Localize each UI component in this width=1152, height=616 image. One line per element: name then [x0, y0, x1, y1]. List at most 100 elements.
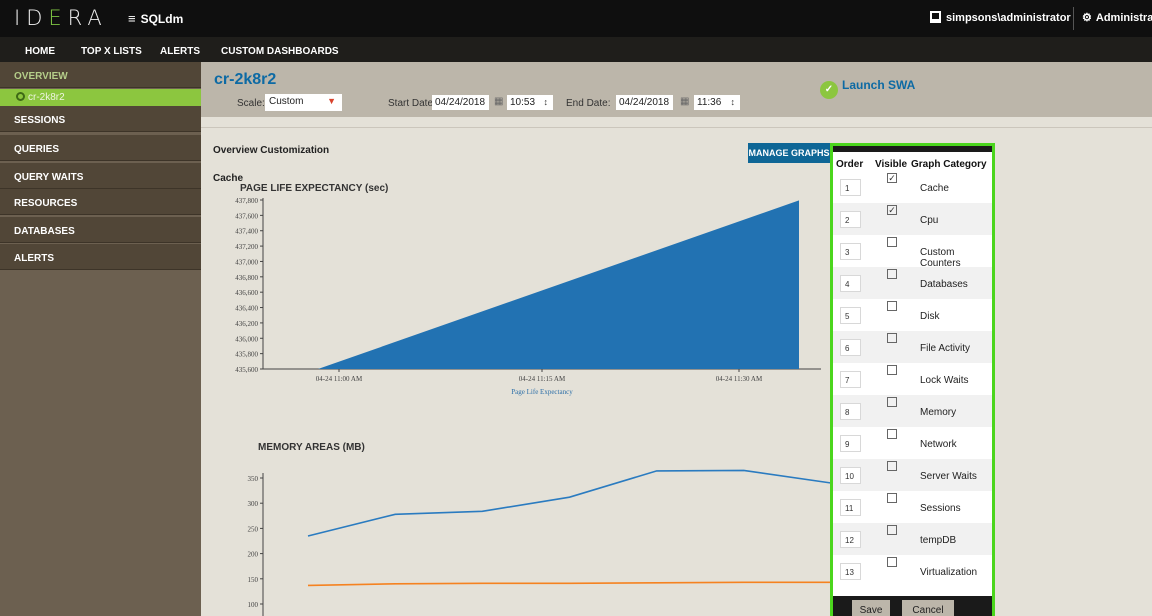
- launch-swa-button[interactable]: ✓ Launch SWA: [820, 78, 915, 99]
- category-name: Databases: [920, 279, 968, 290]
- graph-category-row: 7 Lock Waits: [833, 363, 992, 395]
- category-name: Network: [920, 439, 957, 450]
- start-time-input[interactable]: 10:53 ↕: [507, 95, 553, 110]
- administration-link[interactable]: ⚙Administration: [1082, 11, 1152, 24]
- app-menu[interactable]: ≡ SQLdm: [128, 11, 183, 26]
- order-input[interactable]: 12: [840, 531, 861, 548]
- visible-checkbox[interactable]: [887, 237, 897, 247]
- manage-graphs-panel: Order Visible Graph Category 1 ✓ Cache 2 ✓ Cp…: [830, 143, 995, 616]
- nav-home[interactable]: HOME: [25, 46, 55, 57]
- spinner-icon[interactable]: ↕: [731, 97, 736, 107]
- section-title: Overview Customization: [213, 145, 330, 156]
- category-name: Server Waits: [920, 471, 977, 482]
- sidebar-item-queries[interactable]: QUERIES: [0, 135, 201, 161]
- user-icon: [930, 11, 941, 23]
- category-name: Memory: [920, 407, 957, 418]
- graph-category-row: 6 File Activity: [833, 331, 992, 363]
- category-heading: Cache: [213, 173, 244, 184]
- order-input[interactable]: 10: [840, 467, 861, 484]
- area-page-life-expectancy: [318, 200, 799, 369]
- server-header: [201, 62, 1152, 117]
- calendar-icon[interactable]: ▦: [494, 96, 503, 107]
- order-input[interactable]: 2: [840, 211, 861, 228]
- category-name: Custom Counters: [920, 247, 961, 269]
- order-input[interactable]: 9: [840, 435, 861, 452]
- category-name: Lock Waits: [920, 375, 969, 386]
- visible-checkbox[interactable]: [887, 365, 897, 375]
- sidebar-item-alerts[interactable]: ALERTS: [0, 244, 201, 270]
- graph-category-row: 10 Server Waits: [833, 459, 992, 491]
- order-input[interactable]: 8: [840, 403, 861, 420]
- y-tick-label: 300: [248, 500, 259, 508]
- legend-label: Page Life Expectancy: [511, 388, 573, 396]
- y-tick-label: 436,800: [235, 274, 258, 282]
- calendar-icon[interactable]: ▦: [680, 96, 689, 107]
- y-tick-label: 436,400: [235, 305, 258, 313]
- order-input[interactable]: 3: [840, 243, 861, 260]
- manage-graphs-button[interactable]: MANAGE GRAPHS: [748, 143, 830, 163]
- visible-checkbox[interactable]: [887, 269, 897, 279]
- visible-checkbox[interactable]: [887, 461, 897, 471]
- category-name: Virtualization: [920, 567, 978, 578]
- save-button[interactable]: Save: [852, 600, 890, 616]
- category-name: Disk: [920, 311, 940, 322]
- scale-label: Scale:: [237, 98, 265, 109]
- category-name: File Activity: [920, 343, 971, 354]
- user-menu[interactable]: simpsons\administrator: [930, 11, 1071, 24]
- page-title: cr-2k8r2: [214, 71, 277, 88]
- sidebar-item-databases[interactable]: DATABASES: [0, 217, 201, 243]
- sidebar-item-overview[interactable]: OVERVIEW: [0, 62, 201, 88]
- graph-category-row: 5 Disk: [833, 299, 992, 331]
- nav-top-x-lists[interactable]: TOP X LISTS: [81, 46, 142, 57]
- order-input[interactable]: 1: [840, 179, 861, 196]
- graph-category-row: 9 Network: [833, 427, 992, 459]
- sidebar-item-server[interactable]: cr-2k8r2: [0, 89, 201, 106]
- order-input[interactable]: 6: [840, 339, 861, 356]
- category-name: Cpu: [920, 215, 939, 226]
- visible-checkbox[interactable]: ✓: [887, 173, 897, 183]
- user-name: simpsons\administrator: [946, 12, 1071, 24]
- idera-logo[interactable]: IDERA: [14, 6, 108, 30]
- visible-checkbox[interactable]: [887, 301, 897, 311]
- order-input[interactable]: 5: [840, 307, 861, 324]
- visible-checkbox[interactable]: [887, 333, 897, 343]
- sidebar-item-resources[interactable]: RESOURCES: [0, 189, 201, 215]
- order-input[interactable]: 13: [840, 563, 861, 580]
- x-tick-label: 04-24 11:00 AM: [316, 375, 363, 383]
- start-date-input[interactable]: 04/24/2018: [432, 95, 489, 110]
- order-input[interactable]: 7: [840, 371, 861, 388]
- cancel-button[interactable]: Cancel: [902, 600, 954, 616]
- visible-checkbox[interactable]: [887, 525, 897, 535]
- scale-select[interactable]: Custom ▼: [265, 94, 342, 111]
- header-visible: Visible: [875, 159, 908, 170]
- end-date-input[interactable]: 04/24/2018: [616, 95, 673, 110]
- x-tick-label: 04-24 11:15 AM: [519, 375, 566, 383]
- swa-icon: ✓: [820, 81, 838, 99]
- nav-custom-dashboards[interactable]: CUSTOM DASHBOARDS: [221, 46, 339, 57]
- sidebar-item-sessions[interactable]: SESSIONS: [0, 106, 201, 132]
- spinner-icon[interactable]: ↕: [544, 97, 549, 107]
- y-tick-label: 437,600: [235, 212, 258, 220]
- graph-category-row: 4 Databases: [833, 267, 992, 299]
- graph-category-row: 3 Custom Counters: [833, 235, 992, 269]
- end-time-input[interactable]: 11:36 ↕: [694, 95, 740, 110]
- sidebar-item-query-waits[interactable]: QUERY WAITS: [0, 163, 201, 189]
- nav-alerts[interactable]: ALERTS: [160, 46, 200, 57]
- end-date-label: End Date:: [566, 98, 611, 109]
- visible-checkbox[interactable]: [887, 557, 897, 567]
- top-bar: IDERA ≡ SQLdm simpsons\administrator ⚙ Adm…: [0, 0, 1152, 37]
- graph-category-row: 2 ✓ Cpu: [833, 203, 992, 235]
- y-tick-label: 200: [248, 551, 259, 559]
- hamburger-icon[interactable]: ≡: [128, 11, 136, 26]
- visible-checkbox[interactable]: [887, 429, 897, 439]
- y-tick-label: 350: [248, 475, 259, 483]
- visible-checkbox[interactable]: [887, 397, 897, 407]
- x-tick-label: 04-24 11:30 AM: [716, 375, 763, 383]
- visible-checkbox[interactable]: ✓: [887, 205, 897, 215]
- order-input[interactable]: 11: [840, 499, 861, 516]
- visible-checkbox[interactable]: [887, 493, 897, 503]
- graph-category-row: 12 tempDB: [833, 523, 992, 555]
- order-input[interactable]: 4: [840, 275, 861, 292]
- graph-category-row: 13 Virtualization: [833, 555, 992, 587]
- category-name: Sessions: [920, 503, 961, 514]
